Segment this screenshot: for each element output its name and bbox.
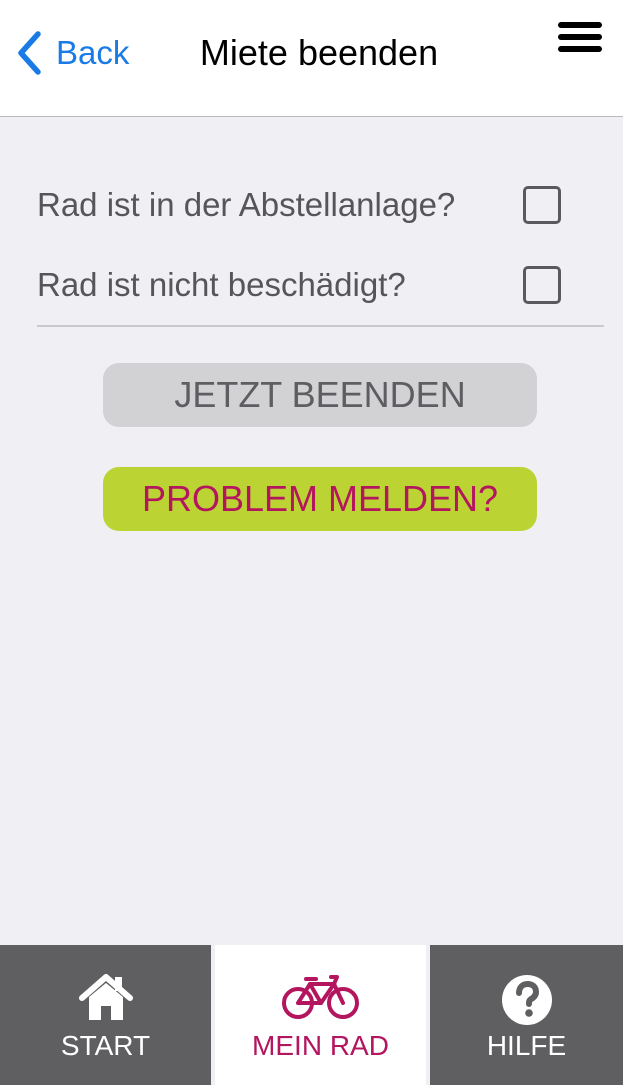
question-circle-icon — [501, 975, 552, 1025]
hamburger-menu-icon — [558, 22, 602, 52]
page-title: Miete beenden — [199, 32, 439, 73]
undamaged-checkbox[interactable] — [523, 266, 561, 304]
checklist-item-parked: Rad ist in der Abstellanlage? — [37, 175, 567, 235]
tab-label: START — [60, 1030, 151, 1061]
home-icon — [78, 974, 133, 1020]
navigation-bar: Back Miete beenden — [0, 0, 623, 117]
divider — [37, 325, 604, 327]
tab-bar: START MEIN RAD HILFE — [0, 945, 623, 1085]
tab-start[interactable]: START — [0, 945, 211, 1085]
checklist-label: Rad ist nicht beschädigt? — [37, 266, 406, 303]
checklist-label: Rad ist in der Abstellanlage? — [37, 186, 456, 223]
end-rental-button[interactable]: JETZT BEENDEN — [103, 363, 537, 427]
tab-label: HILFE — [486, 1030, 567, 1061]
report-problem-button[interactable]: PROBLEM MELDEN? — [103, 467, 537, 531]
menu-button[interactable] — [556, 20, 604, 56]
bicycle-icon — [281, 975, 359, 1019]
parked-checkbox[interactable] — [523, 186, 561, 224]
tab-label: MEIN RAD — [252, 1030, 389, 1061]
tab-mein-rad[interactable]: MEIN RAD — [215, 945, 426, 1085]
end-rental-screen: Back Miete beenden Rad ist in der Abstel… — [0, 0, 623, 1085]
tab-hilfe[interactable]: HILFE — [430, 945, 623, 1085]
checklist-item-undamaged: Rad ist nicht beschädigt? — [37, 255, 567, 315]
